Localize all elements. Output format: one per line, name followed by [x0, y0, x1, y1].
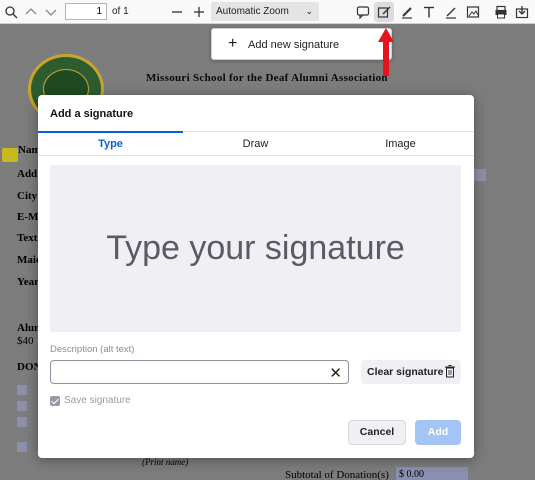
field-label-address: Add: [17, 168, 38, 180]
field-label-email: E-M: [17, 211, 39, 223]
comment-note-icon[interactable]: [2, 148, 18, 162]
zoom-select-value: Automatic Zoom: [216, 6, 289, 17]
donation-checkbox[interactable]: [17, 401, 27, 411]
print-icon[interactable]: [494, 5, 508, 19]
pdf-toolbar: 1 of 1 Automatic Zoom ⌄: [0, 0, 535, 24]
red-arrow-annotation: [378, 28, 394, 76]
signature-icon: [377, 6, 391, 18]
signature-tabs: Type Draw Image: [38, 131, 474, 156]
donation-checkbox[interactable]: [17, 385, 27, 395]
cancel-button[interactable]: Cancel: [348, 420, 406, 445]
add-button[interactable]: Add: [415, 420, 461, 445]
clear-signature-label: Clear signature: [367, 366, 444, 378]
download-icon[interactable]: [515, 5, 529, 19]
donation-checkbox[interactable]: [17, 417, 27, 427]
clear-signature-button[interactable]: Clear signature: [361, 360, 461, 384]
tab-draw[interactable]: Draw: [183, 138, 328, 150]
trash-icon: [445, 365, 455, 378]
alumni-label: Alun: [17, 322, 41, 334]
zoom-out-icon[interactable]: [170, 5, 184, 19]
comment-icon[interactable]: [356, 5, 370, 19]
subtotal-value: $ 0.00: [399, 469, 424, 480]
description-label: Description (alt text): [50, 344, 135, 355]
tab-image[interactable]: Image: [328, 138, 473, 150]
highlight-icon[interactable]: [400, 5, 414, 19]
signature-tool-button[interactable]: [374, 2, 394, 22]
page-number-input[interactable]: 1: [65, 3, 107, 20]
signature-input-area[interactable]: Type your signature: [50, 165, 461, 332]
image-icon[interactable]: [466, 5, 480, 19]
draw-icon[interactable]: [444, 5, 458, 19]
previous-page-icon[interactable]: [24, 5, 38, 19]
tab-type[interactable]: Type: [38, 138, 183, 150]
chevron-down-icon: ⌄: [305, 6, 313, 16]
dialog-title: Add a signature: [50, 108, 134, 120]
signature-placeholder: Type your signature: [106, 229, 405, 267]
save-signature-label: Save signature: [64, 395, 131, 406]
page-count: of 1: [112, 6, 129, 17]
search-icon[interactable]: [4, 5, 18, 19]
add-signature-dialog: Add a signature Type Draw Image Type you…: [38, 95, 474, 458]
field-label-year: Year: [17, 276, 39, 288]
subtotal-label: Subtotal of Donation(s): [285, 469, 389, 480]
save-signature-checkbox[interactable]: [50, 395, 60, 406]
plus-icon: +: [228, 35, 238, 52]
print-name-label: (Print name): [142, 457, 189, 467]
price-label: $40: [17, 335, 34, 347]
active-tab-indicator: [38, 131, 183, 133]
donation-checkbox[interactable]: [17, 442, 27, 452]
document-title: Missouri School for the Deaf Alumni Asso…: [146, 72, 388, 84]
field-label-text: Text: [17, 232, 38, 244]
next-page-icon[interactable]: [44, 5, 58, 19]
zoom-in-icon[interactable]: [192, 5, 206, 19]
add-new-signature-label: Add new signature: [248, 39, 340, 51]
close-icon[interactable]: ✕: [329, 364, 342, 382]
field-label-city: City: [17, 190, 38, 202]
signature-menu: + Add new signature: [211, 28, 392, 60]
form-field[interactable]: [474, 169, 486, 181]
save-signature-option: Save signature: [50, 395, 131, 406]
text-tool-icon[interactable]: [422, 5, 436, 19]
zoom-select[interactable]: Automatic Zoom ⌄: [211, 2, 319, 21]
description-input[interactable]: ✕: [50, 360, 349, 384]
